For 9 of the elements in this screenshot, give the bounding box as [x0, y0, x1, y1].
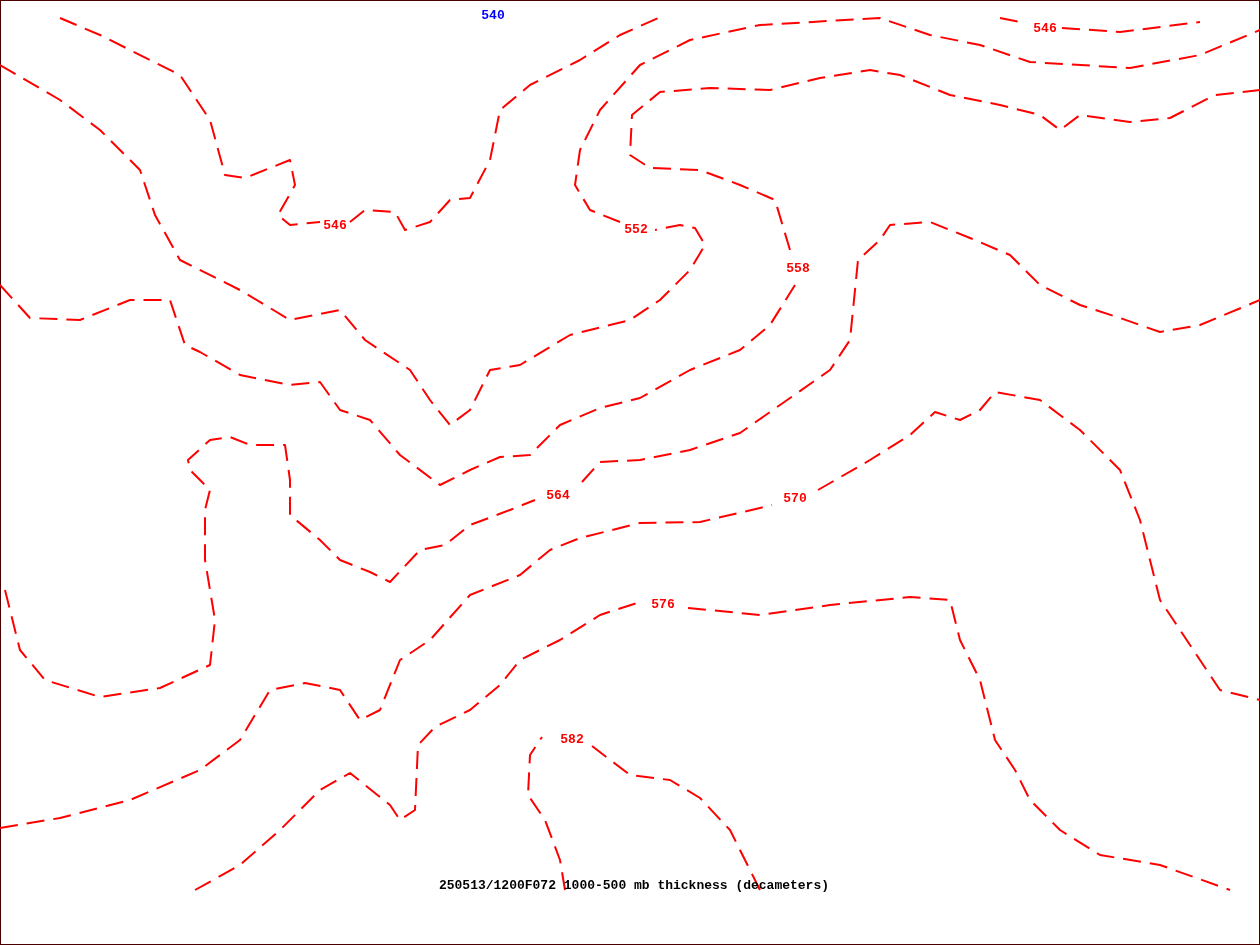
contour-label: 576 — [651, 597, 675, 612]
contour-label: 558 — [786, 261, 810, 276]
contour-label: 582 — [560, 732, 584, 747]
contour-label: 546 — [1033, 21, 1057, 36]
contour-label: 546 — [323, 218, 347, 233]
contour-label: 570 — [783, 491, 807, 506]
contour-label: 552 — [624, 222, 648, 237]
contour-label: 564 — [546, 488, 570, 503]
contour-label: 540 — [481, 8, 505, 23]
